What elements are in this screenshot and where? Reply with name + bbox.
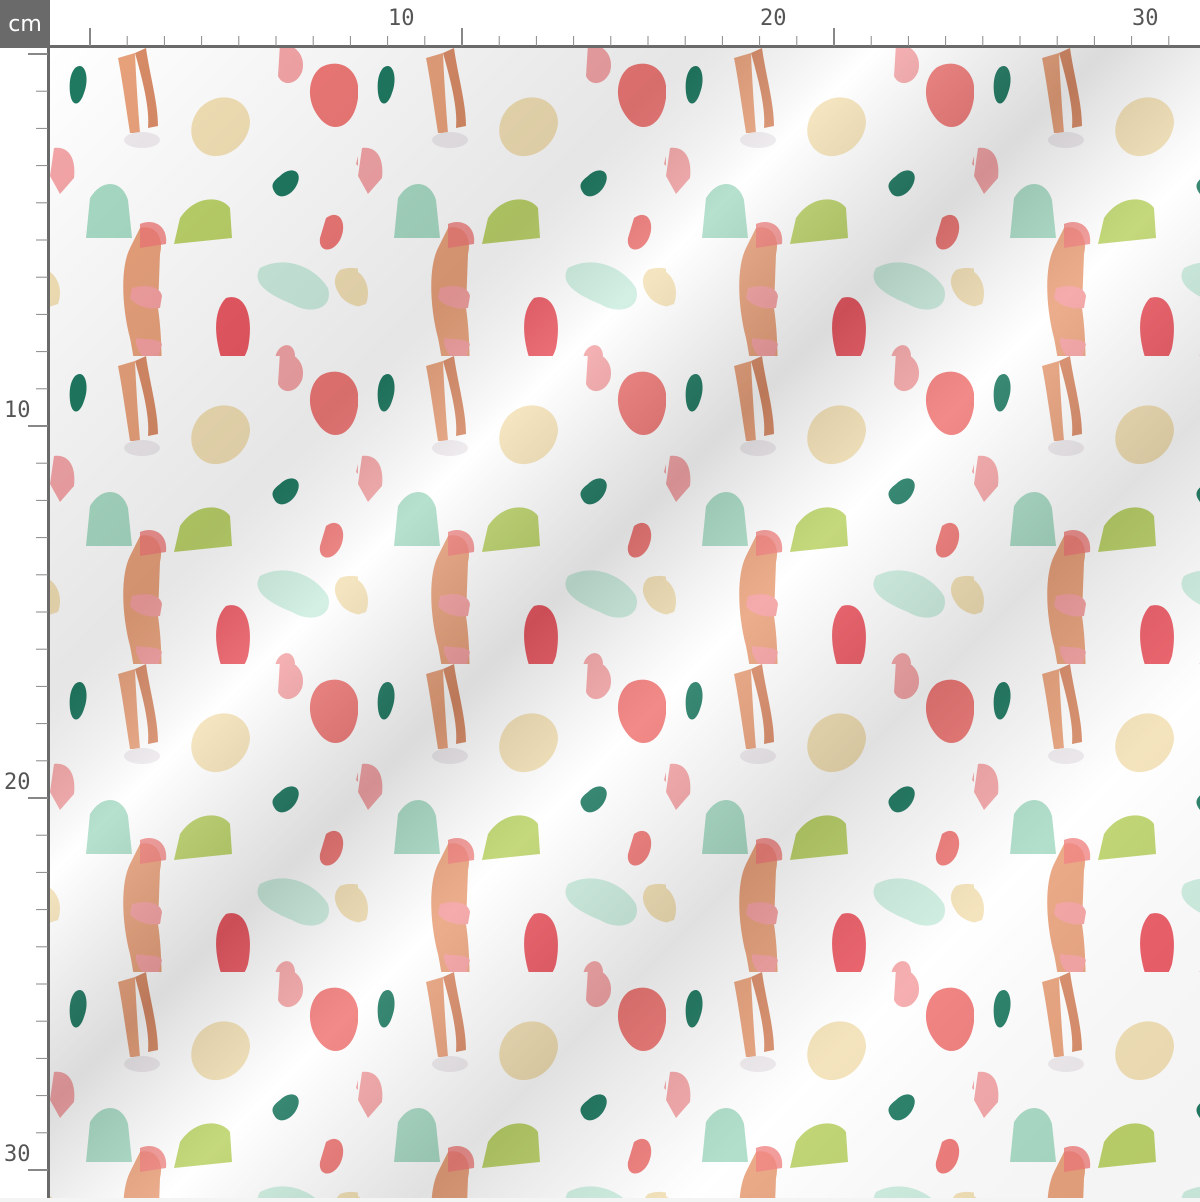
ruler-label-top-10: 10 [388, 6, 415, 31]
vertical-ruler-ticks [28, 53, 48, 1171]
vertical-ruler: 10 20 30 [0, 48, 50, 1198]
ruler-label-top-30: 30 [1132, 6, 1159, 31]
ruler-label-left-30: 30 [4, 1142, 31, 1167]
horizontal-ruler-ticks [89, 28, 1170, 46]
ruler-label-left-10: 10 [4, 398, 31, 423]
ruler-unit-label: cm [0, 0, 50, 48]
fabric-pattern [50, 48, 1200, 1198]
ruler-label-left-20: 20 [4, 770, 31, 795]
ruler-label-top-20: 20 [760, 6, 787, 31]
fabric-swatch [50, 48, 1200, 1198]
fabric-fold-shading [50, 48, 1200, 1198]
horizontal-ruler: 10 20 30 [50, 0, 1200, 48]
